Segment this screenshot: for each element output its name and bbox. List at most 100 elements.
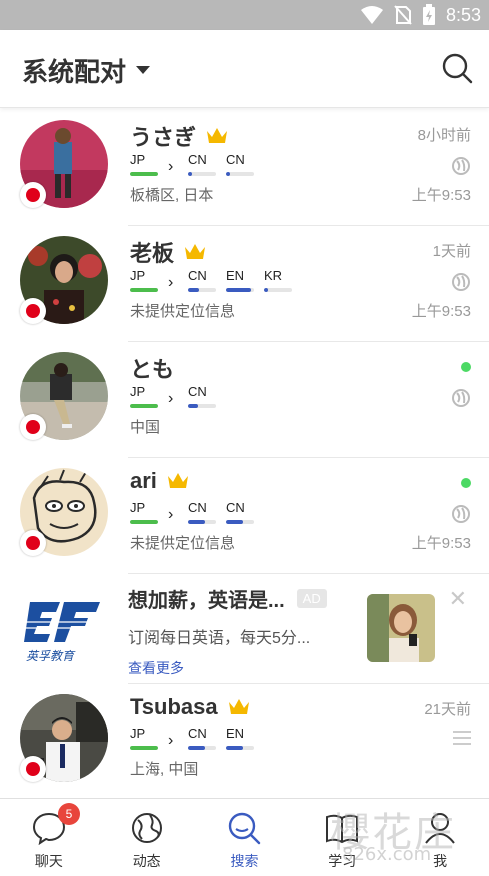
user-name: Tsubasa — [130, 694, 218, 719]
ad-title: 想加薪，英语是... — [128, 590, 285, 612]
user-row[interactable]: うさぎ JP › CN CN 板橋区, 日本 8小时前 上午9:53 — [0, 110, 489, 226]
ad-close-button[interactable]: ✕ — [449, 586, 467, 612]
language-levels: JP › CN CN — [130, 152, 264, 176]
language-levels: JP › CN — [130, 384, 226, 408]
tab-label: 动态 — [132, 853, 161, 869]
partner-list[interactable]: うさぎ JP › CN CN 板橋区, 日本 8小时前 上午9:53 老板 JP… — [0, 110, 489, 798]
location-text: 上海, 中国 — [130, 761, 199, 778]
lang-code: JP — [130, 152, 146, 167]
lang-code: CN — [188, 384, 207, 399]
japan-flag-icon — [20, 298, 46, 324]
unread-badge: 5 — [58, 803, 80, 825]
status-bar: 8:53 — [0, 0, 489, 30]
lang-code: JP — [130, 726, 146, 741]
ad-image[interactable] — [367, 594, 435, 662]
page-title: 系统配对 — [22, 57, 127, 87]
globe-icon — [452, 157, 470, 175]
japan-flag-icon — [20, 414, 46, 440]
user-name-group: ari — [130, 468, 189, 494]
last-active-text: 8小时前 — [417, 127, 471, 144]
lang-code: JP — [130, 268, 146, 283]
lang-code: CN — [188, 268, 207, 283]
lang-code: CN — [188, 500, 207, 515]
search-icon — [229, 812, 261, 845]
lang-learning: CN — [188, 726, 226, 750]
user-name-group: 老板 — [130, 236, 206, 268]
local-time-text: 上午9:53 — [411, 535, 471, 552]
user-row[interactable]: Tsubasa JP › CN EN 上海, 中国 21天前 — [0, 684, 489, 798]
ad-badge: AD — [296, 589, 327, 608]
lang-code: EN — [226, 268, 245, 283]
local-time-text: 上午9:53 — [411, 303, 471, 320]
language-levels: JP › CN EN KR — [130, 268, 302, 292]
arrow-right-icon: › — [168, 274, 174, 291]
tab-chat[interactable]: 5 聊天 — [0, 799, 98, 876]
ef-logo: 英孚教育 — [20, 594, 108, 664]
japan-flag-icon — [20, 182, 46, 208]
tab-search[interactable]: 搜索 — [196, 799, 294, 876]
user-name-group: うさぎ — [130, 120, 228, 152]
location-text: 板橋区, 日本 — [130, 187, 214, 204]
user-name-group: Tsubasa — [130, 694, 250, 720]
lang-code: CN — [226, 500, 245, 515]
globe-icon — [452, 273, 470, 291]
lang-code: JP — [130, 384, 146, 399]
online-indicator — [461, 362, 471, 372]
arrow-right-icon: › — [168, 390, 174, 407]
ad-description: 订阅每日英语，每天5分... — [128, 630, 311, 647]
ad-title-group[interactable]: 想加薪，英语是... AD — [128, 584, 327, 613]
lang-learning: EN — [226, 268, 264, 292]
lang-learning: CN — [226, 152, 264, 176]
ef-logo-text: 英孚教育 — [26, 649, 76, 663]
online-indicator — [461, 478, 471, 488]
lang-learning: EN — [226, 726, 264, 750]
watermark-url: 826x.com — [342, 844, 432, 865]
lang-code: CN — [226, 152, 245, 167]
last-active-text: 1天前 — [432, 243, 471, 260]
lang-code: CN — [188, 152, 207, 167]
lang-native: JP — [130, 268, 168, 292]
lang-learning: CN — [188, 268, 226, 292]
lang-learning: KR — [264, 268, 302, 292]
lang-code: KR — [264, 268, 283, 283]
user-row[interactable]: 老板 JP › CN EN KR 未提供定位信息 1天前 上午9:53 — [0, 226, 489, 342]
no-sim-icon — [394, 5, 412, 25]
user-name: 老板 — [130, 241, 175, 266]
lang-native: JP — [130, 152, 168, 176]
location-text: 未提供定位信息 — [130, 535, 236, 552]
location-text: 未提供定位信息 — [130, 303, 236, 320]
arrow-right-icon: › — [168, 732, 174, 749]
caret-down-icon — [136, 65, 151, 74]
lang-learning: CN — [226, 500, 264, 524]
crown-icon — [185, 244, 206, 259]
user-name: とも — [130, 357, 175, 382]
lang-learning: CN — [188, 384, 226, 408]
local-time-text: 上午9:53 — [411, 187, 471, 204]
globe-icon — [452, 389, 470, 407]
arrow-right-icon: › — [168, 506, 174, 523]
match-mode-dropdown[interactable]: 系统配对 — [22, 52, 151, 89]
user-row[interactable]: ari JP › CN CN 未提供定位信息 上午9:53 — [0, 458, 489, 574]
top-app-bar: 系统配对 — [0, 30, 489, 108]
user-name-group: とも — [130, 352, 174, 384]
crown-icon — [167, 473, 188, 488]
lang-learning: CN — [188, 500, 226, 524]
japan-flag-icon — [20, 530, 46, 556]
tab-label: 搜索 — [230, 853, 259, 869]
search-icon[interactable] — [441, 52, 473, 84]
status-time: 8:53 — [445, 4, 481, 25]
japan-flag-icon — [20, 756, 46, 782]
tab-label: 聊天 — [34, 853, 63, 869]
ad-row[interactable]: 英孚教育 想加薪，英语是... AD 订阅每日英语，每天5分... 查看更多 ✕ — [0, 574, 489, 684]
last-active-text: 21天前 — [424, 701, 471, 718]
tab-moments[interactable]: 动态 — [98, 799, 196, 876]
lang-native: JP — [130, 384, 168, 408]
lang-code: JP — [130, 500, 146, 515]
lang-code: EN — [226, 726, 245, 741]
battery-charging-icon — [422, 4, 435, 25]
ad-more-link[interactable]: 查看更多 — [128, 658, 184, 678]
menu-lines-icon — [453, 731, 471, 745]
user-row[interactable]: とも JP › CN 中国 — [0, 342, 489, 458]
user-name: うさぎ — [130, 125, 197, 150]
user-name: ari — [130, 468, 157, 493]
